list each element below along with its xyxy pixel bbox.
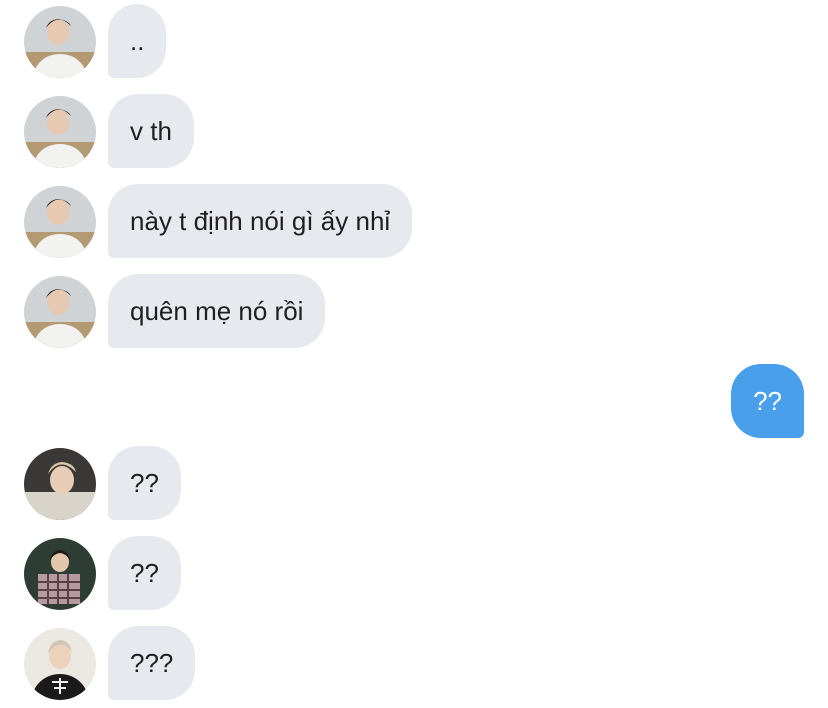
message-row: ?? xyxy=(0,446,828,520)
avatar[interactable] xyxy=(24,186,96,258)
message-row: .. xyxy=(0,4,828,78)
avatar[interactable] xyxy=(24,276,96,348)
message-row: v th xyxy=(0,94,828,168)
received-message-bubble[interactable]: ??? xyxy=(108,626,196,700)
sent-message-bubble[interactable]: ?? xyxy=(731,364,804,438)
avatar[interactable] xyxy=(24,448,96,520)
message-row: này t định nói gì ấy nhỉ xyxy=(0,184,828,258)
received-message-bubble[interactable]: ?? xyxy=(108,446,181,520)
received-message-bubble[interactable]: v th xyxy=(108,94,194,168)
received-message-bubble[interactable]: quên mẹ nó rồi xyxy=(108,274,326,348)
avatar[interactable] xyxy=(24,628,96,700)
received-message-bubble[interactable]: ?? xyxy=(108,536,181,610)
avatar[interactable] xyxy=(24,6,96,78)
received-message-bubble[interactable]: này t định nói gì ấy nhỉ xyxy=(108,184,413,258)
received-message-bubble[interactable]: .. xyxy=(108,4,167,78)
avatar[interactable] xyxy=(24,96,96,168)
message-row: ??? xyxy=(0,626,828,700)
message-row: ?? xyxy=(0,364,828,438)
avatar[interactable] xyxy=(24,538,96,610)
message-row: ?? xyxy=(0,536,828,610)
message-row: quên mẹ nó rồi xyxy=(0,274,828,348)
